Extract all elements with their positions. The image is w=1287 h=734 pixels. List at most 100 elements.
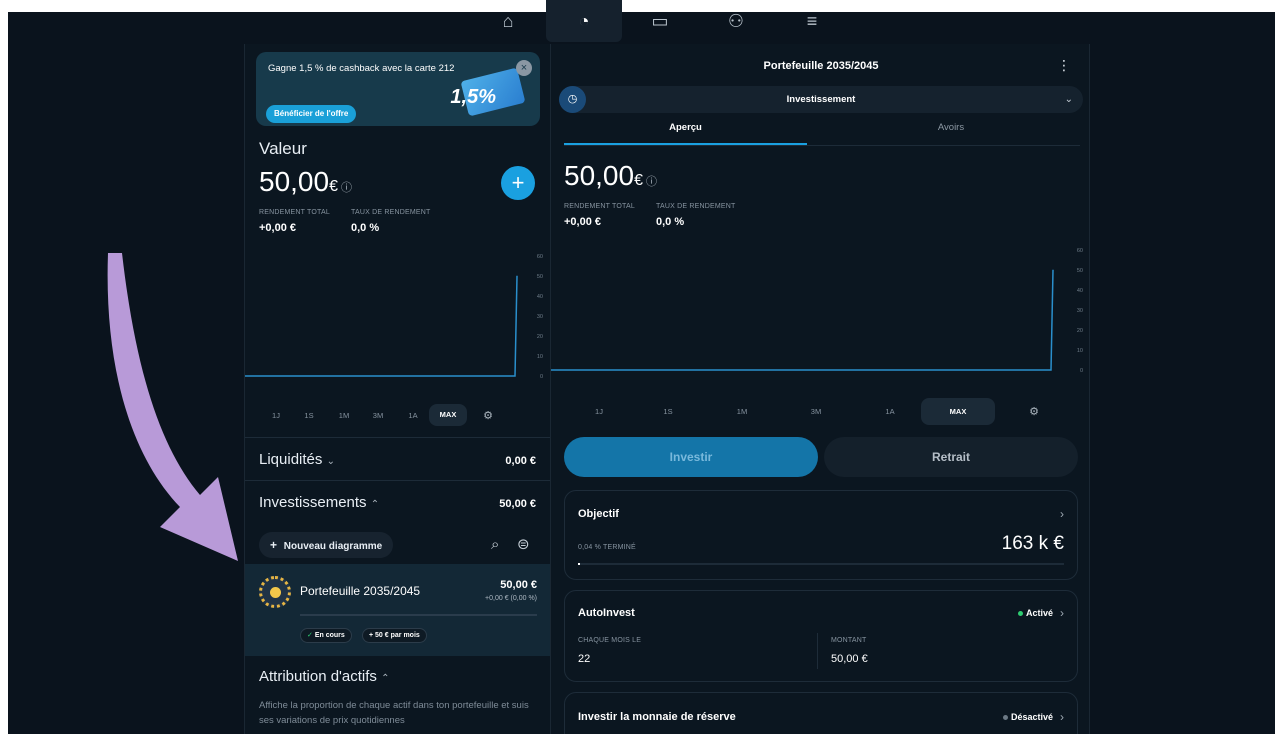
card-icon[interactable]: ▭ — [622, 0, 698, 42]
active-tab-indicator — [564, 143, 807, 145]
investments-section-toggle[interactable]: Investissements ⌃ — [259, 494, 379, 511]
chevron-down-icon: ⌄ — [1064, 94, 1073, 105]
liquidity-label: Liquidités — [259, 451, 323, 468]
data-point — [1052, 269, 1054, 271]
data-point — [516, 275, 518, 277]
portfolio-title: Portefeuille 2035/2045 — [763, 60, 879, 72]
objective-progress-label: 0,04 % TERMINÉ — [578, 544, 636, 551]
data-point — [447, 375, 448, 377]
status-dot — [1002, 715, 1008, 721]
y-tick-label: 50 — [1077, 268, 1083, 274]
settings-gear-icon[interactable]: ⚙ — [1027, 405, 1041, 418]
range-1a[interactable]: 1A — [883, 407, 897, 416]
autoinvest-status: Activé — [1017, 608, 1053, 618]
cashback-promo-banner[interactable]: Gagne 1,5 % de cashback avec la carte 21… — [256, 52, 540, 126]
roundup-card[interactable]: Investir la monnaie de réserve Désactivé… — [564, 692, 1078, 734]
y-tick-label: 0 — [1080, 368, 1083, 374]
y-tick-label: 20 — [537, 334, 543, 340]
range-1s[interactable]: 1S — [661, 407, 675, 416]
portfolio-overview-panel: Gagne 1,5 % de cashback avec la carte 21… — [244, 44, 551, 734]
promo-offer-button[interactable]: Bénéficier de l'offre — [266, 105, 357, 123]
objective-target: 163 k € — [1001, 533, 1064, 554]
close-icon[interactable]: × — [516, 60, 532, 76]
range-1m[interactable]: 1M — [735, 407, 749, 416]
new-diagram-button[interactable]: + Nouveau diagramme — [259, 532, 394, 558]
range-3m[interactable]: 3M — [809, 407, 823, 416]
info-icon[interactable]: ⓘ — [338, 182, 352, 194]
range-1s[interactable]: 1S — [303, 411, 315, 420]
add-funds-button[interactable]: + — [501, 166, 535, 200]
liquidity-section-toggle[interactable]: Liquidités ⌄ — [259, 451, 335, 468]
autoinvest-title: AutoInvest — [578, 607, 635, 619]
autoinvest-day-label: CHAQUE MOIS LE — [578, 637, 642, 644]
more-options-icon[interactable]: ⋮ — [1057, 57, 1071, 74]
data-point — [800, 369, 802, 371]
chevron-up-icon: ⌃ — [370, 499, 380, 510]
range-1j[interactable]: 1J — [265, 411, 287, 420]
people-icon[interactable]: ⚇ — [698, 0, 774, 42]
range-max[interactable]: MAX — [429, 404, 467, 426]
data-point — [379, 375, 381, 377]
new-diagram-label: Nouveau diagramme — [283, 541, 383, 552]
y-tick-label: 40 — [1077, 288, 1083, 294]
screen-frame-left — [0, 0, 8, 734]
y-tick-label: 10 — [537, 354, 543, 360]
autoinvest-amount-label: MONTANT — [831, 637, 867, 644]
range-1j[interactable]: 1J — [589, 407, 609, 416]
status-pill: ✓ En cours — [300, 628, 352, 643]
y-tick-label: 0 — [540, 374, 543, 380]
divider — [817, 633, 818, 669]
range-selector: 1J 1S 1M 3M 1A MAX ⚙ — [265, 404, 495, 426]
filter-icon[interactable]: ⊜ — [517, 535, 530, 553]
info-icon[interactable]: ⓘ — [643, 176, 657, 188]
chevron-right-icon: › — [1060, 606, 1064, 620]
objective-progress-fill — [578, 563, 580, 565]
total-return-value: +0,00 € — [564, 216, 602, 228]
annotation-arrow — [107, 253, 238, 561]
return-rate-label: TAUX DE RENDEMENT — [656, 203, 736, 210]
tab-holdings[interactable]: Avoirs — [821, 122, 1081, 146]
plus-icon: + — [270, 538, 278, 552]
portfolio-type-dropdown[interactable]: ◷ Investissement ⌄ — [559, 86, 1083, 113]
portfolio-currency: € — [634, 172, 643, 189]
portfolio-amount: 50,00€ ⓘ — [564, 160, 657, 192]
home-icon[interactable]: ⌂ — [470, 0, 546, 42]
y-tick-label: 30 — [1077, 308, 1083, 314]
range-1m[interactable]: 1M — [337, 411, 351, 420]
portfolio-row[interactable]: Portefeuille 2035/2045 50,00 € +0,00 € (… — [245, 564, 551, 656]
promo-text: Gagne 1,5 % de cashback avec la carte 21… — [268, 63, 455, 74]
roundup-title: Investir la monnaie de réserve — [578, 711, 736, 723]
portfolio-logo-icon — [259, 576, 291, 608]
total-return-label: RENDEMENT TOTAL — [259, 209, 330, 216]
asset-allocation-toggle[interactable]: Attribution d'actifs ⌃ — [259, 668, 389, 685]
chevron-right-icon: › — [1060, 507, 1064, 521]
promo-card-text: 1,5% — [450, 86, 496, 108]
settings-gear-icon[interactable]: ⚙ — [481, 409, 495, 422]
range-max[interactable]: MAX — [921, 398, 995, 425]
withdraw-button[interactable]: Retrait — [824, 437, 1078, 477]
objective-card[interactable]: Objectif › 0,04 % TERMINÉ 163 k € — [564, 490, 1078, 580]
range-selector: 1J 1S 1M 3M 1A MAX ⚙ — [589, 398, 1041, 425]
autoinvest-card[interactable]: AutoInvest Activé › CHAQUE MOIS LE 22 MO… — [564, 590, 1078, 682]
objective-title: Objectif — [578, 508, 619, 520]
range-1a[interactable]: 1A — [407, 411, 419, 420]
series-line — [245, 275, 518, 377]
investments-label: Investissements — [259, 494, 367, 511]
range-3m[interactable]: 3M — [371, 411, 385, 420]
portfolio-progress-bar — [300, 614, 537, 616]
plan-pill: + 50 € par mois — [362, 628, 427, 643]
value-amount: 50,00€ ⓘ — [259, 166, 352, 198]
roundup-status-label: Désactivé — [1010, 712, 1053, 722]
autoinvest-amount-value: 50,00 € — [831, 653, 868, 665]
invest-button[interactable]: Investir — [564, 437, 818, 477]
y-tick-label: 10 — [1077, 348, 1083, 354]
pie-chart-icon[interactable]: ◔ — [546, 0, 622, 42]
status-pill-label: En cours — [314, 632, 345, 639]
portfolio-value: 50,00 € — [500, 579, 537, 591]
chevron-down-icon: ⌄ — [326, 456, 335, 467]
menu-icon[interactable]: ≡ — [774, 0, 850, 42]
data-point — [675, 369, 677, 371]
search-icon[interactable]: ⌕ — [491, 536, 499, 553]
y-tick-label: 20 — [1077, 328, 1083, 334]
return-rate-value: 0,0 % — [351, 222, 380, 234]
